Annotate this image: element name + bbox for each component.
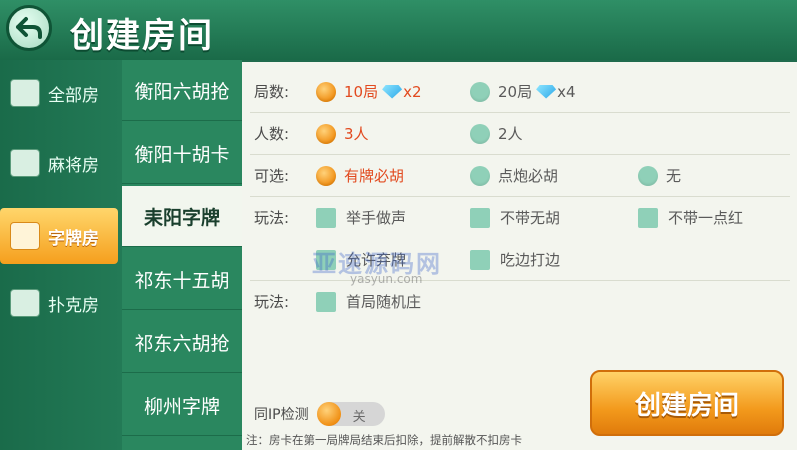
ip-check-label: 同IP检测 <box>254 407 309 423</box>
diamond-icon <box>536 84 557 99</box>
divider <box>250 154 790 155</box>
optional-option-2[interactable]: 点炮必胡 <box>470 165 558 186</box>
mahjong-tile-icon <box>10 79 40 107</box>
optional-label: 可选: <box>254 166 290 185</box>
play-row-2: 玩法: <box>254 286 312 316</box>
category-sidebar: 全部房 麻将房 字牌房 扑克房 <box>0 60 122 450</box>
game-item[interactable]: 衡阳六胡抢 <box>122 60 242 121</box>
radio-icon <box>470 81 490 102</box>
ip-check-row: 同IP检测 关 <box>254 402 385 426</box>
checkbox-icon <box>638 207 658 228</box>
category-label: 字牌房 <box>48 228 99 249</box>
category-all[interactable]: 全部房 <box>0 65 122 121</box>
option-text: 不带无胡 <box>500 209 561 227</box>
play-option-first-dealer[interactable]: 首局随机庄 <box>316 291 421 312</box>
option-text: 2人 <box>498 125 523 143</box>
play-label: 玩法: <box>254 208 290 227</box>
radio-icon <box>470 165 490 186</box>
option-multiplier: x4 <box>557 82 576 101</box>
rounds-option-10[interactable]: 10局 x2 <box>316 81 422 102</box>
option-text: 举手做声 <box>346 209 407 227</box>
play-label: 玩法: <box>254 292 290 311</box>
rounds-option-20[interactable]: 20局 x4 <box>470 81 576 102</box>
play-option-1[interactable]: 举手做声 <box>316 207 406 228</box>
players-label: 人数: <box>254 124 290 143</box>
option-text: 20局 <box>498 83 533 101</box>
radio-selected-icon <box>316 123 336 144</box>
category-label: 全部房 <box>48 85 99 106</box>
header-bar: 创建房间 <box>0 0 797 60</box>
play-row-1: 玩法: <box>254 202 312 232</box>
radio-selected-icon <box>316 81 336 102</box>
diamond-icon <box>382 84 403 99</box>
checkbox-icon <box>470 249 490 270</box>
toggle-knob <box>316 402 341 426</box>
rounds-row: 局数: <box>254 76 312 106</box>
rounds-label: 局数: <box>254 82 290 101</box>
option-text: 不带一点红 <box>668 209 744 227</box>
players-row: 人数: <box>254 118 312 148</box>
page-title: 创建房间 <box>70 16 214 56</box>
category-poker[interactable]: 扑克房 <box>0 275 122 331</box>
game-item-selected[interactable]: 耒阳字牌 <box>122 186 242 247</box>
checkbox-icon <box>316 207 336 228</box>
divider <box>250 112 790 113</box>
category-label: 麻将房 <box>48 155 99 176</box>
option-text: 3人 <box>344 125 369 143</box>
create-room-button[interactable]: 创建房间 <box>590 370 784 436</box>
optional-option-1[interactable]: 有牌必胡 <box>316 165 404 186</box>
game-item[interactable]: 柳州字牌 <box>122 375 242 436</box>
game-item[interactable]: 衡阳十胡卡 <box>122 123 242 184</box>
option-text: 无 <box>666 167 682 185</box>
play-option-5[interactable]: 吃边打边 <box>470 249 560 270</box>
poker-card-icon <box>10 289 40 317</box>
checkbox-icon <box>470 207 490 228</box>
radio-icon <box>470 123 490 144</box>
option-text: 首局随机庄 <box>346 293 422 311</box>
play-option-2[interactable]: 不带无胡 <box>470 207 560 228</box>
back-button[interactable] <box>6 5 52 51</box>
optional-option-3[interactable]: 无 <box>638 165 681 186</box>
game-item[interactable]: 祁东六胡抢 <box>122 312 242 373</box>
option-text: 有牌必胡 <box>344 167 405 185</box>
option-text: 点炮必胡 <box>498 167 559 185</box>
back-arrow-icon <box>16 17 42 39</box>
players-option-2[interactable]: 2人 <box>470 123 523 144</box>
option-multiplier: x2 <box>403 82 422 101</box>
option-text: 吃边打边 <box>500 251 561 269</box>
play-option-3[interactable]: 不带一点红 <box>638 207 743 228</box>
category-mahjong[interactable]: 麻将房 <box>0 135 122 191</box>
optional-row: 可选: <box>254 160 312 190</box>
game-item[interactable]: 祁东十五胡 <box>122 249 242 310</box>
players-option-3[interactable]: 3人 <box>316 123 369 144</box>
radio-icon <box>638 165 658 186</box>
zipai-card-icon <box>10 222 40 250</box>
category-zipai[interactable]: 字牌房 <box>0 208 118 264</box>
watermark-url: yasyun.com <box>350 272 423 286</box>
ip-check-toggle[interactable]: 关 <box>316 402 385 426</box>
note-text: 注：房卡在第一局牌局结束后扣除，提前解散不扣房卡 <box>246 433 522 447</box>
divider <box>250 280 790 281</box>
toggle-state: 关 <box>352 410 366 425</box>
divider <box>250 196 790 197</box>
category-label: 扑克房 <box>48 295 99 316</box>
game-list: 衡阳六胡抢 衡阳十胡卡 耒阳字牌 祁东十五胡 祁东六胡抢 柳州字牌 <box>122 60 242 450</box>
option-text: 10局 <box>344 83 379 101</box>
radio-selected-icon <box>316 165 336 186</box>
mahjong-tile-icon <box>10 149 40 177</box>
checkbox-icon <box>316 291 336 312</box>
